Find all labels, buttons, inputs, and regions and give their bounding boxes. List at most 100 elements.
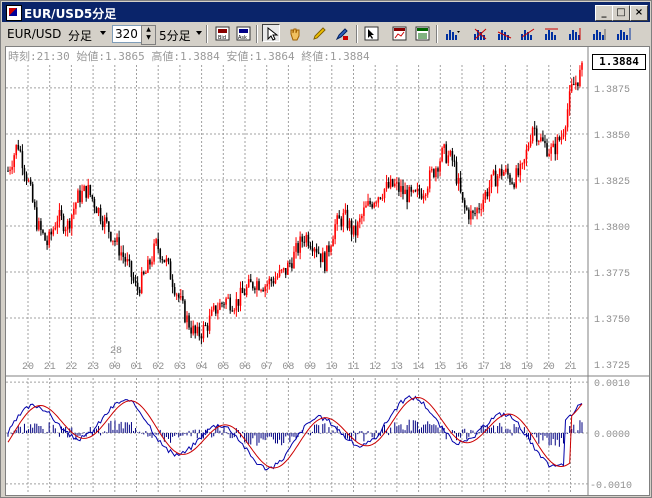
candle-body [62,215,65,232]
candle-body [540,137,542,142]
indicator-1-button[interactable] [443,24,461,42]
candle-body [556,137,559,155]
candle-body [73,208,75,215]
date-label: 28 [110,346,122,357]
candle-body [95,207,98,214]
candle-body [531,127,534,142]
candle-body [535,128,538,142]
maximize-button[interactable]: □ [612,5,630,21]
candle-body [321,252,324,263]
candle-body [367,201,369,206]
candle-body [365,205,367,208]
candle-body [406,189,408,203]
candle-body [159,249,162,260]
candle-body [517,168,520,176]
hand-tool-button[interactable] [285,24,303,42]
spin-down-icon[interactable]: ▼ [142,34,155,42]
candle-body [465,207,468,210]
candle-body [136,282,139,290]
chevron-down-icon[interactable] [100,31,106,35]
candle-body [206,325,209,331]
interval-dropdown[interactable]: 5分足 [159,27,191,44]
candle-body [272,281,275,284]
chart-settings-button[interactable] [390,24,408,42]
candle-body [233,310,236,312]
candle-body [180,296,182,298]
svg-text:Bid: Bid [218,35,226,41]
indicator-2-button[interactable] [471,24,489,42]
indicator-5-button[interactable] [542,24,560,42]
x-tick-label: 09 [304,362,316,373]
x-tick-label: 23 [87,362,99,373]
data-table-button[interactable] [413,24,431,42]
candle-body [361,215,363,219]
candle-body [291,263,293,269]
chevron-down-icon[interactable] [196,31,202,35]
bid-chart-button[interactable]: Bid [213,24,231,42]
indicator-6-button[interactable] [566,24,584,42]
candle-body [128,259,131,262]
candle-body [282,268,285,270]
bar-count-spinner[interactable]: ▲ ▼ [141,25,156,45]
candle-body [371,204,373,208]
toolbar-separator [206,25,208,43]
candle-body [486,191,489,197]
candle-body [459,177,462,193]
candle-body [350,220,353,235]
bar-count-input[interactable]: 320 [112,25,142,43]
candle-body [66,220,69,230]
candle-body [243,292,246,296]
candle-body [38,221,40,230]
pointer-tool-button[interactable] [262,24,280,42]
candle-body [328,245,330,252]
title-bar[interactable]: EUR/USD5分足 _ □ × [2,2,650,22]
candle-body [221,302,223,304]
pencil-tool-button[interactable] [309,24,327,42]
candle-body [505,168,507,172]
spin-up-icon[interactable]: ▲ [142,26,155,34]
bar-type-dropdown[interactable]: 分足 [68,27,92,44]
candle-body [155,239,157,244]
candle-body [188,315,190,328]
candle-body [105,217,108,222]
x-tick-label: 15 [434,362,446,373]
candle-body [338,215,341,219]
candle-body [270,278,273,282]
indicator-3-button[interactable] [495,24,513,42]
indicator-7-button[interactable] [590,24,608,42]
candle-body [383,188,386,199]
candle-body [550,146,552,154]
minimize-button[interactable]: _ [595,5,613,21]
price-chart[interactable]: 20 21 22 23 00 01 02 03 04 05 06 07 08 09 10 11 12 13 14 15… [6,47,649,495]
candle-body [519,163,522,176]
candle-body [379,197,382,199]
candle-body [496,176,499,187]
ask-chart-button[interactable]: Ask [234,24,252,42]
candle-body [175,294,178,296]
close-button[interactable]: × [630,5,648,21]
toolbar-separator [436,25,438,43]
candle-body [408,186,410,203]
indicator-8-button[interactable] [614,24,632,42]
candle-body [91,195,94,199]
pen-settings-button[interactable] [332,24,350,42]
candle-body [426,188,429,195]
candle-body [513,183,515,188]
candle-body [342,213,345,227]
candle-body [346,209,349,229]
candle-body [542,137,544,141]
candle-body [474,213,476,215]
chart-area[interactable]: 20 21 22 23 00 01 02 03 04 05 06 07 08 09 10 11 12 13 14 15… [5,46,650,496]
indicator-4-button[interactable] [518,24,536,42]
svg-text:Ask: Ask [238,35,247,41]
candle-body [110,231,112,241]
cursor-select-button[interactable] [362,24,380,42]
candle-body [64,229,67,232]
x-tick-label: 01 [130,362,142,373]
y-tick-label: 1.3850 [594,131,630,142]
candle-body [293,251,295,269]
y-tick-label: 1.3825 [594,177,630,188]
candle-body [54,227,57,230]
candle-body [303,241,306,243]
candle-body [324,252,326,272]
